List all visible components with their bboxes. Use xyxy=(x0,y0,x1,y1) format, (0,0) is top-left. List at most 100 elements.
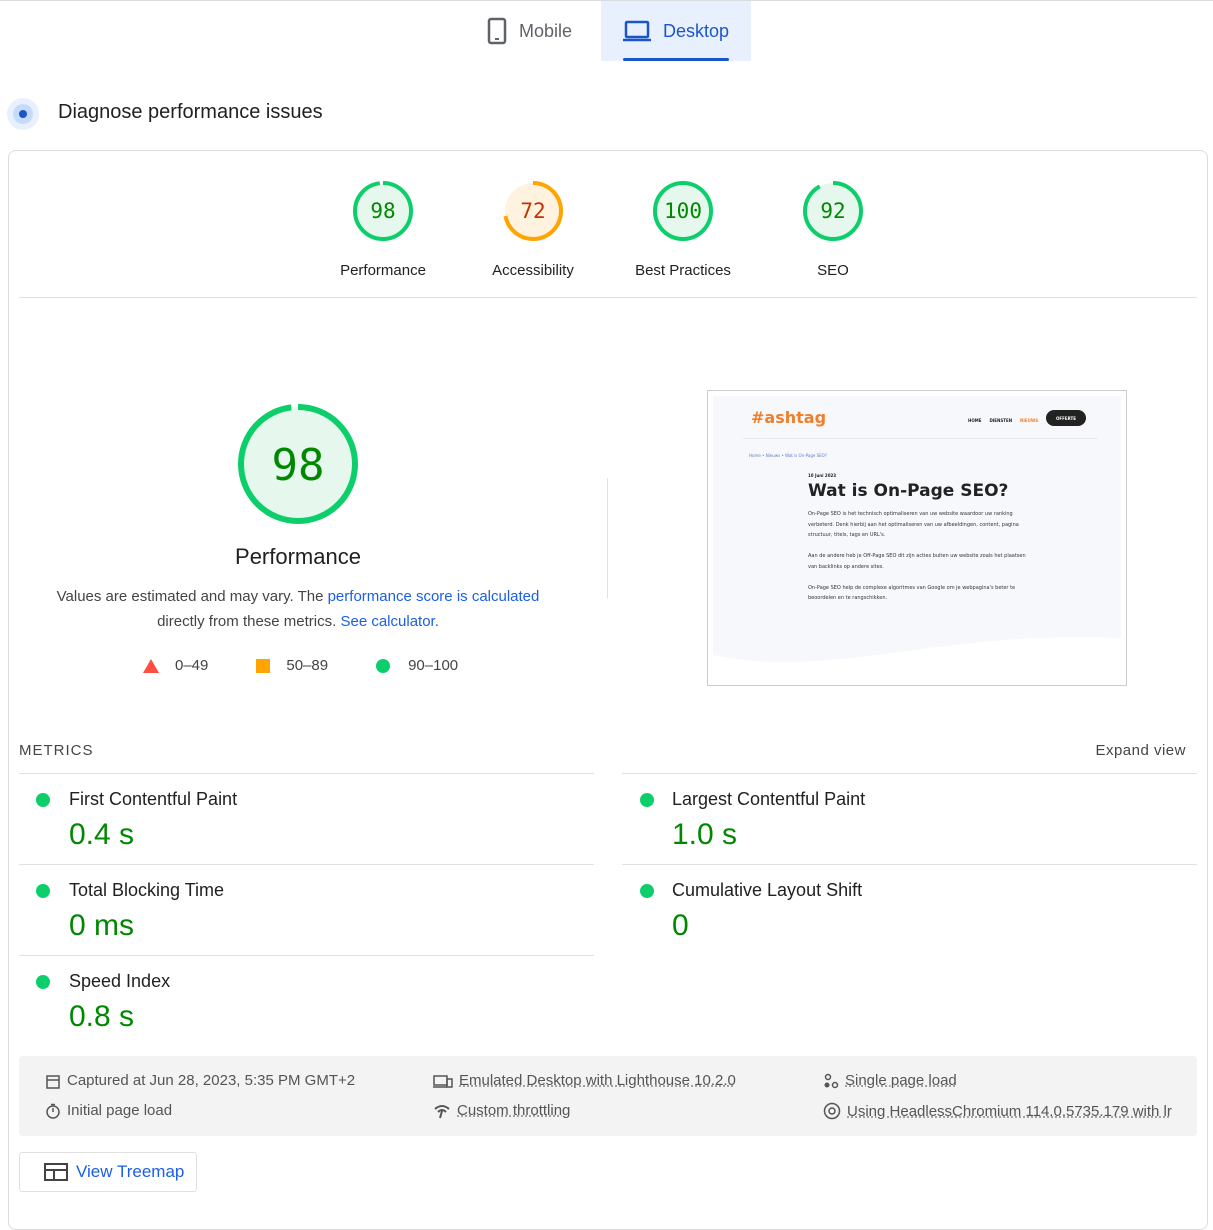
metric-name: Cumulative Layout Shift xyxy=(672,880,863,900)
tab-underline xyxy=(623,58,729,61)
final-screenshot[interactable]: #ashtag HOME DIENSTEN NIEUWS OFFERTE Home … xyxy=(707,390,1127,686)
throttling-info[interactable]: Custom throttling xyxy=(433,1102,570,1119)
metric-first-contentful-paint: First Contentful Paint 0.4 s xyxy=(19,773,594,864)
nav-item: HOME xyxy=(968,418,982,423)
site-heading: Wat is On-Page SEO? xyxy=(808,481,1009,501)
single-load-info[interactable]: Single page load xyxy=(823,1072,957,1089)
site-paragraph: Aan de andere heb je Off-Page SEO dit zi… xyxy=(808,553,1026,570)
divider xyxy=(19,297,1197,298)
initial-load-info: Initial page load xyxy=(45,1102,172,1119)
category-gauge-performance[interactable]: 98 Performance xyxy=(323,179,443,279)
tab-mobile[interactable]: Mobile xyxy=(465,1,594,61)
site-date: 10 Juni 2023 xyxy=(808,473,837,478)
pass-circle-icon xyxy=(376,658,391,673)
initial-text: Initial page load xyxy=(67,1102,173,1119)
browser-text: Using HeadlessChromium 114.0.5735.179 wi… xyxy=(847,1102,1172,1120)
gauge-label: Performance xyxy=(340,262,426,279)
gauge-ring: 98 xyxy=(353,181,413,241)
browser-info[interactable]: Using HeadlessChromium 114.0.5735.179 wi… xyxy=(823,1102,1172,1120)
site-breadcrumb: Home • Nieuws • Wat is On-Page SEO? xyxy=(749,453,827,458)
metric-cumulative-layout-shift: Cumulative Layout Shift 0 xyxy=(622,864,1197,955)
site-logo: #ashtag xyxy=(751,408,827,427)
metric-name: First Contentful Paint xyxy=(69,789,238,809)
nav-item: NIEUWS xyxy=(1020,418,1039,423)
section-title: Diagnose performance issues xyxy=(58,101,323,123)
average-square-icon xyxy=(256,658,271,673)
metric-name: Total Blocking Time xyxy=(69,880,225,900)
nav-item: DIENSTEN xyxy=(989,418,1013,423)
site-paragraph: On-Page SEO is het technisch optimaliser… xyxy=(808,511,1019,538)
legend-pass: 90–100 xyxy=(408,657,459,674)
gauge-ring: 72 xyxy=(503,181,563,241)
single-text: Single page load xyxy=(845,1072,957,1089)
pass-dot-icon xyxy=(640,884,654,898)
site-body: On-Page SEO is het technisch optimaliser… xyxy=(808,509,1028,604)
performance-title: Performance xyxy=(235,544,361,569)
site-nav: HOME DIENSTEN NIEUWS xyxy=(968,418,1038,423)
metric-value: 0 ms xyxy=(69,909,135,942)
category-gauge-accessibility[interactable]: 72 Accessibility xyxy=(473,179,593,279)
captured-info: Captured at Jun 28, 2023, 5:35 PM GMT+2 xyxy=(45,1072,355,1089)
gauge-score: 92 xyxy=(820,199,845,223)
see-calculator-link[interactable]: See calculator. xyxy=(340,613,438,630)
chrome-icon xyxy=(823,1102,841,1120)
site-paragraph: On-Page SEO help de complexe algoritmes … xyxy=(808,584,1016,602)
tab-label: Desktop xyxy=(662,20,729,41)
expand-view-button[interactable]: Expand view xyxy=(1040,742,1186,759)
score-calculated-link[interactable]: performance score is calculated xyxy=(328,588,540,605)
metric-value: 1.0 s xyxy=(672,818,738,851)
metric-name: Speed Index xyxy=(69,971,171,991)
metric-value: 0 xyxy=(672,909,689,942)
metric-name: Largest Contentful Paint xyxy=(672,789,866,809)
performance-description: Values are estimated and may vary. The p… xyxy=(40,584,556,634)
gauge-score: 100 xyxy=(664,199,702,223)
tab-label: Mobile xyxy=(519,20,573,41)
site-wave xyxy=(713,637,1121,680)
pass-dot-icon xyxy=(36,793,50,807)
gauge-label: Accessibility xyxy=(492,262,574,279)
site-cta: OFFERTE xyxy=(1046,410,1086,426)
view-treemap-button[interactable]: View Treemap xyxy=(19,1152,197,1192)
desc-text: Values are estimated and may vary. The xyxy=(56,588,328,605)
lighthouse-icon xyxy=(7,98,39,130)
category-gauge-seo[interactable]: 92 SEO xyxy=(773,179,893,279)
metrics-title: METRICS xyxy=(19,742,94,759)
calendar-icon xyxy=(46,1074,60,1089)
tab-desktop[interactable]: Desktop xyxy=(601,1,751,61)
legend-average: 50–89 xyxy=(286,657,329,674)
vertical-divider xyxy=(607,478,608,598)
throttling-text: Custom throttling xyxy=(457,1102,571,1119)
captured-text: Captured at Jun 28, 2023, 5:35 PM GMT+2 xyxy=(67,1072,356,1089)
runtime-settings: Captured at Jun 28, 2023, 5:35 PM GMT+2 … xyxy=(19,1056,1197,1136)
metric-speed-index: Speed Index 0.8 s xyxy=(19,955,594,1046)
pass-dot-icon xyxy=(36,975,50,989)
gauge-score: 72 xyxy=(520,199,545,223)
metric-value: 0.8 s xyxy=(69,1000,135,1033)
score-legend: 0–49 50–89 90–100 xyxy=(142,657,458,674)
treemap-icon xyxy=(44,1163,68,1181)
metric-largest-contentful-paint: Largest Contentful Paint 1.0 s xyxy=(622,773,1197,864)
desc-text: directly from these metrics. xyxy=(157,613,341,630)
site-divider xyxy=(743,438,1098,439)
emulated-text: Emulated Desktop with Lighthouse 10.2.0 xyxy=(459,1072,736,1089)
pass-dot-icon xyxy=(640,793,654,807)
phone-icon xyxy=(487,17,507,45)
emulated-info[interactable]: Emulated Desktop with Lighthouse 10.2.0 xyxy=(433,1072,736,1089)
gauge-label: SEO xyxy=(817,262,849,279)
gauge-label: Best Practices xyxy=(635,262,731,279)
gauge-score: 98 xyxy=(370,199,395,223)
category-gauge-best-practices[interactable]: 100 Best Practices xyxy=(623,179,743,279)
gauge-ring: 100 xyxy=(653,181,713,241)
metric-value: 0.4 s xyxy=(69,818,135,851)
nodes-icon xyxy=(824,1073,839,1088)
metric-total-blocking-time: Total Blocking Time 0 ms xyxy=(19,864,594,955)
fail-triangle-icon xyxy=(143,658,159,673)
stopwatch-icon xyxy=(46,1103,60,1119)
gauge-ring: 92 xyxy=(803,181,863,241)
performance-gauge-large: 98 xyxy=(238,404,358,524)
legend-fail: 0–49 xyxy=(175,657,209,674)
performance-score: 98 xyxy=(272,440,325,491)
laptop-icon xyxy=(623,20,651,42)
treemap-label: View Treemap xyxy=(76,1162,185,1181)
signal-icon xyxy=(434,1104,450,1118)
